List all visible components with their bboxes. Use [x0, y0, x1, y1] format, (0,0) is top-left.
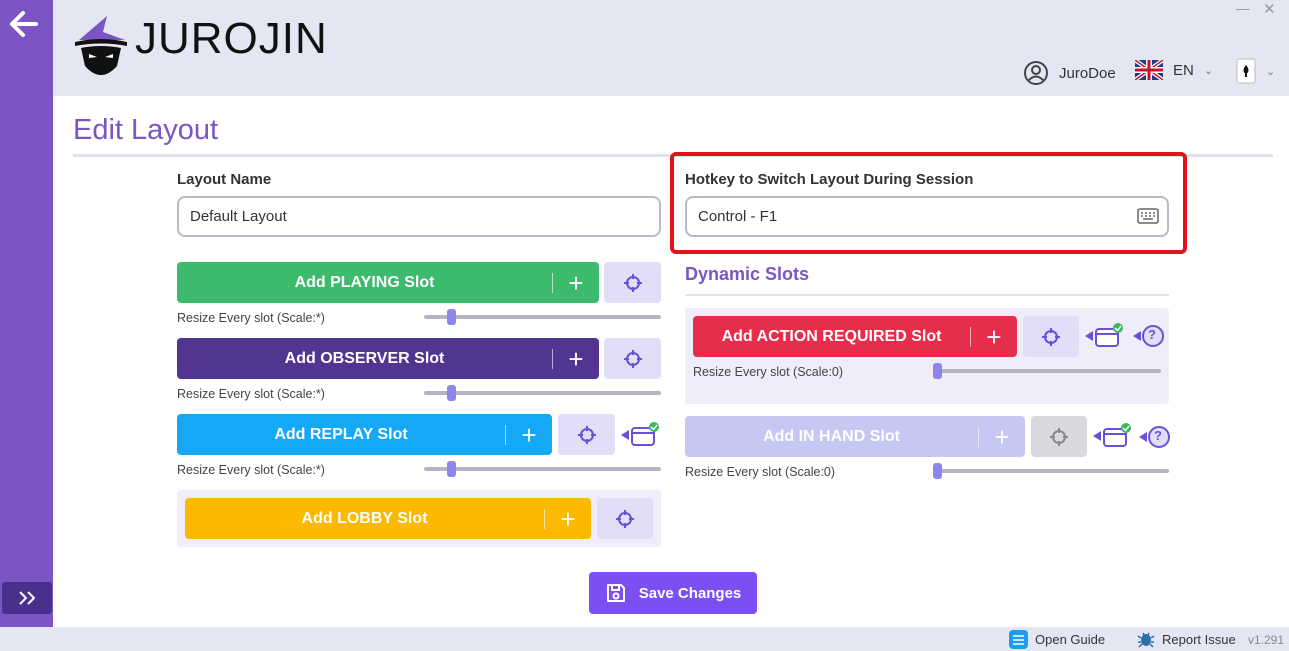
hotkey-value: Control - F1 [698, 208, 778, 225]
plus-icon: + [560, 503, 576, 534]
card-theme-selector[interactable]: ⌄ [1236, 58, 1275, 84]
crosshair-icon [616, 509, 634, 528]
resize-label: Resize Every slot (Scale:*) [177, 387, 325, 401]
main-panel: Edit Layout Layout Name Default Layout H… [53, 96, 1289, 627]
crosshair-icon [577, 425, 596, 444]
expand-sidebar-button[interactable] [2, 582, 52, 614]
back-button[interactable] [4, 4, 44, 44]
bug-icon [1137, 632, 1155, 648]
resize-label: Resize Every slot (Scale:*) [177, 311, 325, 325]
slot-label: Add REPLAY Slot [274, 425, 408, 443]
hotkey-input[interactable]: Control - F1 [685, 196, 1169, 237]
version-label: v1.291 [1247, 633, 1284, 647]
slot-label: Add PLAYING Slot [294, 273, 435, 291]
app-logo-text: JUROJIN [135, 14, 328, 63]
crosshair-icon [623, 273, 642, 292]
scale-slider[interactable] [424, 309, 661, 325]
resize-label: Resize Every slot (Scale:0) [693, 365, 844, 379]
card-icon [1236, 58, 1256, 84]
crosshair-icon [1050, 427, 1068, 446]
minimize-button[interactable]: — [1236, 0, 1252, 16]
footer: Open Guide Report Issue v1.291 [0, 627, 1289, 651]
page-title: Edit Layout [73, 114, 219, 146]
slider-thumb[interactable] [446, 461, 456, 477]
crosshair-icon [1042, 327, 1060, 346]
add-replay-slot-button[interactable]: Add REPLAY Slot + [177, 414, 552, 455]
scale-slider[interactable] [933, 463, 1169, 479]
chevron-down-icon: ⌄ [1266, 65, 1276, 78]
window-check-icon[interactable] [1091, 423, 1135, 449]
dynamic-slots-title: Dynamic Slots [685, 264, 810, 284]
help-glyph: ? [1148, 327, 1156, 342]
username: JuroDoe [1059, 64, 1116, 82]
add-observer-slot-button[interactable]: Add OBSERVER Slot + [177, 338, 599, 379]
language-code: EN [1173, 61, 1194, 79]
crosshair-icon [623, 349, 642, 368]
layout-name-input[interactable]: Default Layout [177, 196, 661, 237]
guide-icon [1009, 630, 1028, 649]
locate-playing-slot-button[interactable] [604, 262, 661, 303]
save-icon [606, 584, 625, 602]
window-check-icon[interactable] [1083, 323, 1127, 349]
top-bar: JUROJIN — ✕ JuroDoe EN ⌄ ⌄ [53, 0, 1289, 96]
resize-label: Resize Every slot (Scale:0) [685, 465, 836, 479]
locate-observer-slot-button[interactable] [604, 338, 661, 379]
report-issue-label: Report Issue [1162, 631, 1236, 647]
layout-name-label: Layout Name [177, 171, 272, 188]
plus-icon: + [568, 267, 584, 298]
add-lobby-slot-button[interactable]: Add LOBBY Slot + [185, 498, 591, 539]
slider-thumb[interactable] [446, 309, 456, 325]
wizard-logo-icon [75, 16, 127, 75]
scale-slider[interactable] [933, 363, 1161, 379]
locate-replay-slot-button[interactable] [558, 414, 615, 455]
save-label: Save Changes [638, 584, 742, 602]
user-icon [1024, 61, 1048, 85]
help-icon[interactable]: ? [1137, 425, 1171, 449]
add-in-hand-slot-button[interactable]: Add IN HAND Slot + [685, 416, 1025, 457]
locate-in-hand-slot-button[interactable] [1031, 416, 1087, 457]
uk-flag-icon [1135, 60, 1163, 80]
plus-icon: + [521, 419, 537, 450]
slider-thumb[interactable] [933, 363, 942, 379]
expand-icon [19, 591, 36, 605]
save-changes-button[interactable]: Save Changes [589, 572, 757, 614]
slot-label: Add ACTION REQUIRED Slot [721, 327, 942, 345]
slider-thumb[interactable] [446, 385, 456, 401]
locate-lobby-slot-button[interactable] [597, 498, 653, 539]
window-check-icon[interactable] [619, 422, 663, 448]
plus-icon: + [986, 321, 1002, 352]
user-menu[interactable]: JuroDoe [1023, 60, 1116, 86]
keyboard-icon [1137, 208, 1159, 224]
help-icon[interactable]: ? [1131, 324, 1165, 348]
help-glyph: ? [1154, 428, 1162, 443]
back-arrow-icon [10, 11, 38, 37]
sidebar [0, 0, 53, 627]
slot-label: Add IN HAND Slot [763, 427, 900, 445]
plus-icon: + [568, 343, 584, 374]
plus-icon: + [994, 421, 1010, 452]
resize-label: Resize Every slot (Scale:*) [177, 463, 325, 477]
language-selector[interactable]: EN ⌄ [1135, 60, 1213, 80]
hotkey-label: Hotkey to Switch Layout During Session [685, 171, 974, 188]
dynamic-divider [685, 294, 1169, 296]
close-window-button[interactable]: ✕ [1263, 0, 1279, 18]
chevron-down-icon: ⌄ [1203, 64, 1214, 77]
scale-slider[interactable] [424, 461, 661, 477]
scale-slider[interactable] [424, 385, 661, 401]
open-guide-link[interactable]: Open Guide [1009, 630, 1105, 649]
slot-label: Add LOBBY Slot [301, 509, 428, 527]
add-playing-slot-button[interactable]: Add PLAYING Slot + [177, 262, 599, 303]
report-issue-link[interactable]: Report Issue [1137, 630, 1236, 648]
open-guide-label: Open Guide [1035, 632, 1106, 647]
add-action-required-slot-button[interactable]: Add ACTION REQUIRED Slot + [693, 316, 1017, 357]
locate-action-required-slot-button[interactable] [1023, 316, 1079, 357]
slider-thumb[interactable] [933, 463, 942, 479]
slot-label: Add OBSERVER Slot [284, 349, 445, 367]
